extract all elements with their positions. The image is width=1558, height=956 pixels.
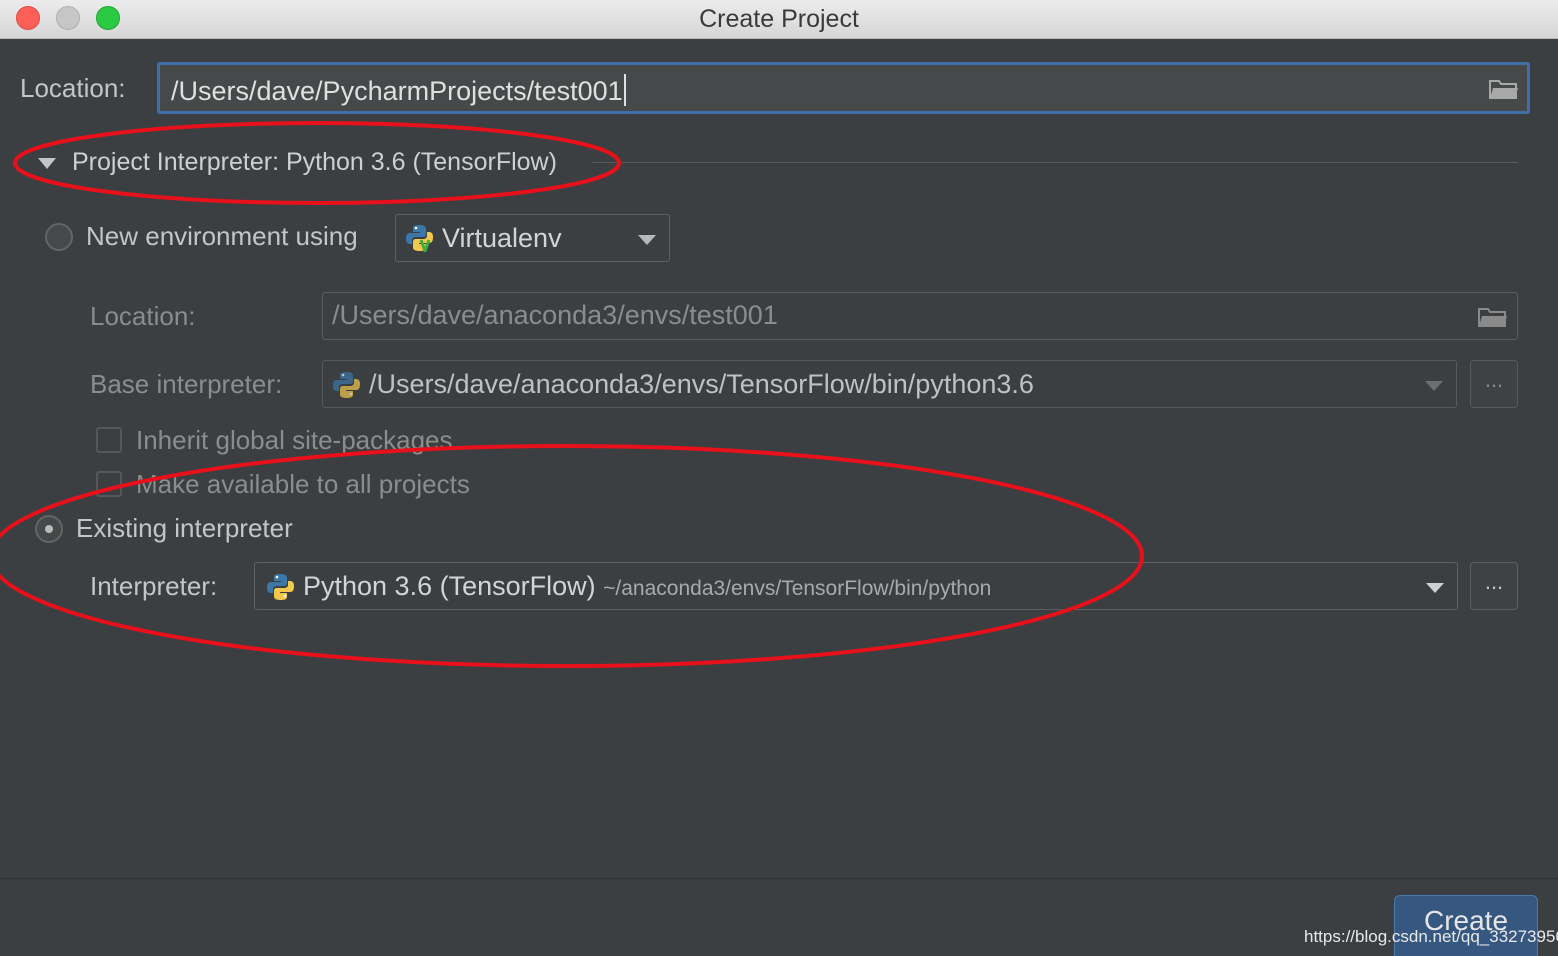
project-location-field[interactable]: /Users/dave/PycharmProjects/test001	[157, 62, 1530, 114]
environment-tool-value: Virtualenv	[442, 223, 562, 253]
base-interpreter-select[interactable]: /Users/dave/anaconda3/envs/TensorFlow/bi…	[322, 360, 1457, 408]
location-label: Location:	[20, 73, 126, 103]
base-interpreter-browse-button[interactable]: ...	[1470, 360, 1518, 408]
python-icon	[333, 372, 360, 398]
chevron-down-icon	[638, 235, 656, 245]
env-location-value: /Users/dave/anaconda3/envs/test001	[332, 300, 778, 330]
new-environment-radio[interactable]	[45, 223, 73, 251]
environment-tool-select[interactable]: Virtualenv	[395, 214, 670, 262]
interpreter-browse-button[interactable]: ...	[1470, 562, 1518, 610]
project-interpreter-header: Project Interpreter: Python 3.6 (TensorF…	[72, 148, 557, 176]
triangle-down-icon	[38, 158, 56, 169]
existing-interpreter-label: Existing interpreter	[76, 513, 293, 543]
footer-divider	[0, 878, 1558, 879]
folder-icon[interactable]	[1478, 306, 1508, 328]
watermark-text: https://blog.csdn.net/qq_33273956	[1304, 927, 1558, 946]
project-location-value: /Users/dave/PycharmProjects/test001	[171, 76, 623, 106]
base-interpreter-value: /Users/dave/anaconda3/envs/TensorFlow/bi…	[369, 369, 1034, 399]
virtualenv-icon	[406, 225, 433, 252]
interpreter-label: Interpreter:	[90, 571, 218, 601]
existing-interpreter-radio[interactable]	[35, 515, 63, 543]
interpreter-path: ~/anaconda3/envs/TensorFlow/bin/python	[603, 577, 992, 600]
make-available-label: Make available to all projects	[136, 469, 470, 499]
env-location-label: Location:	[90, 301, 196, 331]
env-location-field[interactable]: /Users/dave/anaconda3/envs/test001	[322, 292, 1518, 340]
chevron-down-icon	[1425, 381, 1443, 391]
interpreter-name: Python 3.6 (TensorFlow)	[303, 571, 596, 601]
folder-icon[interactable]	[1489, 78, 1519, 100]
base-interpreter-label: Base interpreter:	[90, 369, 283, 399]
python-icon	[267, 574, 294, 600]
inherit-site-packages-label: Inherit global site-packages	[136, 425, 453, 455]
radio-selected-dot	[45, 525, 53, 533]
interpreter-select[interactable]: Python 3.6 (TensorFlow) ~/anaconda3/envs…	[254, 562, 1458, 610]
new-environment-label: New environment using	[86, 221, 358, 251]
create-project-window: Create Project Location: /Users/dave/Pyc…	[0, 0, 1558, 956]
chevron-down-icon	[1426, 583, 1444, 593]
window-title: Create Project	[699, 5, 859, 33]
make-available-checkbox[interactable]	[96, 471, 122, 497]
inherit-site-packages-checkbox[interactable]	[96, 427, 122, 453]
text-caret	[623, 74, 626, 106]
section-divider	[592, 162, 1518, 163]
title-bar: Create Project	[0, 0, 1558, 39]
